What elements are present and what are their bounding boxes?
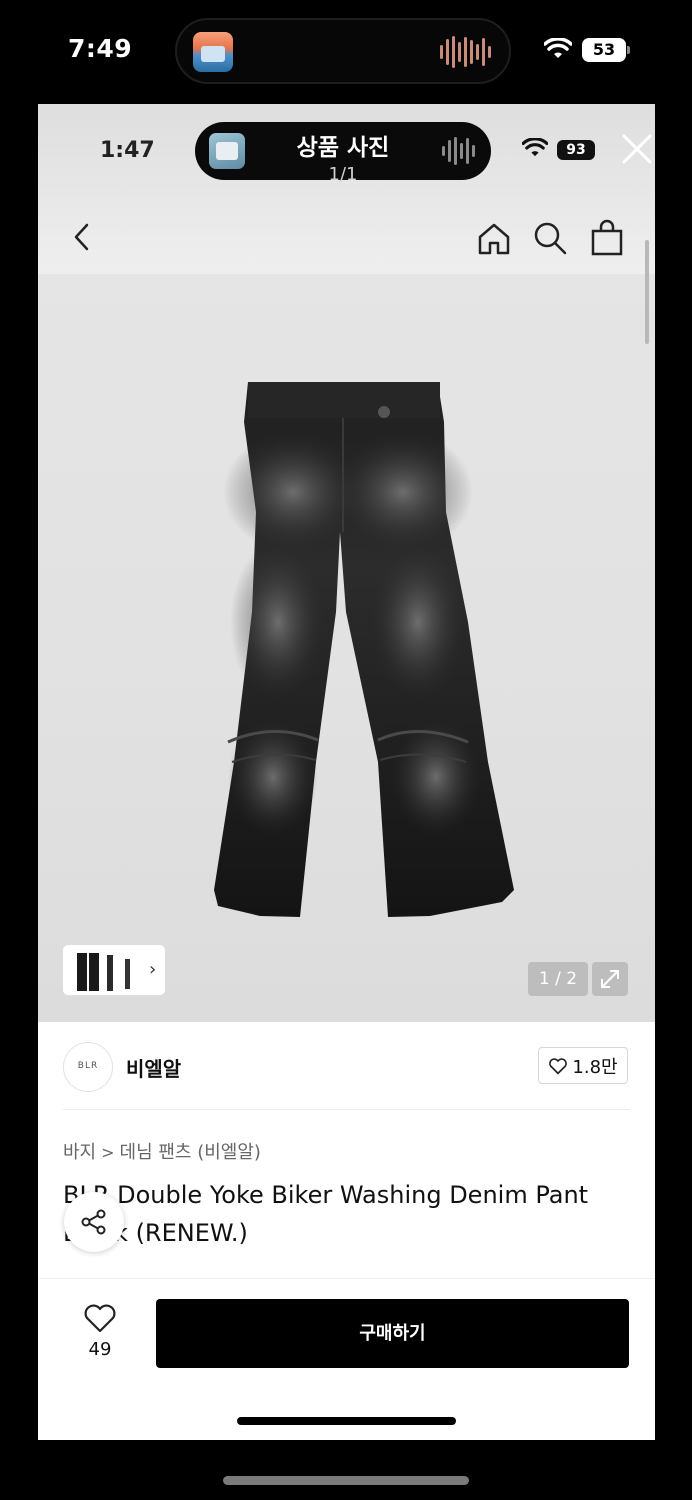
shopping-bag-icon[interactable] <box>590 218 624 256</box>
breadcrumb-separator: > <box>101 1143 115 1162</box>
dynamic-island[interactable] <box>175 18 511 84</box>
viewer-title-pill: 상품 사진 1/1 <box>195 122 491 185</box>
purchase-bar: 49 구매하기 <box>38 1278 655 1440</box>
search-icon[interactable] <box>532 220 568 256</box>
heart-icon <box>84 1304 116 1333</box>
scroll-indicator <box>645 240 649 344</box>
now-playing-artwork <box>193 32 233 72</box>
battery-icon: 53 <box>582 38 630 62</box>
audio-waveform-icon <box>440 36 491 68</box>
brand-name[interactable]: 비엘알 <box>126 1053 181 1082</box>
share-button[interactable] <box>64 1192 124 1252</box>
wishlist-count: 49 <box>88 1339 112 1360</box>
home-indicator[interactable] <box>223 1476 469 1485</box>
brand-logo[interactable]: BLR <box>63 1042 113 1092</box>
breadcrumb-subcategory[interactable]: 데님 팬츠 (비엘알) <box>120 1142 261 1163</box>
wifi-icon <box>544 38 572 58</box>
breadcrumb: 바지 > 데님 팬츠 (비엘알) <box>63 1138 261 1164</box>
battery-icon: 93 <box>557 140 595 160</box>
app-screenshot: 1:47 상품 사진 1/1 93 › 1 / 2 BLR 비엘알 1.8만 바… <box>38 104 655 1440</box>
inner-status-time: 1:47 <box>100 138 155 163</box>
image-page-indicator: 1 / 2 <box>528 962 588 996</box>
back-icon[interactable] <box>68 220 98 254</box>
breadcrumb-category[interactable]: 바지 <box>63 1142 96 1163</box>
product-title: BLR Double Yoke Biker Washing Denim Pant… <box>63 1181 589 1247</box>
home-icon[interactable] <box>476 220 512 256</box>
share-icon <box>81 1209 106 1235</box>
divider <box>63 1109 630 1110</box>
brand-like-button[interactable]: 1.8만 <box>538 1047 628 1084</box>
close-icon[interactable] <box>620 132 654 166</box>
viewer-counter: 1/1 <box>328 164 358 185</box>
inner-home-indicator <box>237 1417 456 1425</box>
gallery-thumbnail-strip[interactable]: › <box>62 944 166 996</box>
wishlist-button[interactable] <box>82 1303 118 1333</box>
buy-button[interactable]: 구매하기 <box>156 1299 629 1368</box>
heart-icon <box>549 1057 568 1074</box>
product-image-jeans[interactable] <box>168 382 518 920</box>
wifi-icon <box>522 138 548 157</box>
brand-like-count: 1.8만 <box>572 1056 618 1078</box>
thumbnail-image[interactable] <box>67 949 141 993</box>
audio-waveform-icon <box>442 136 475 166</box>
outer-status-time: 7:49 <box>68 34 133 63</box>
expand-icon[interactable] <box>592 962 628 996</box>
chevron-right-icon[interactable]: › <box>149 959 156 980</box>
product-photo-area[interactable]: 1:47 상품 사진 1/1 93 › 1 / 2 <box>38 104 655 1022</box>
brand-logo-text: BLR <box>77 1061 99 1071</box>
